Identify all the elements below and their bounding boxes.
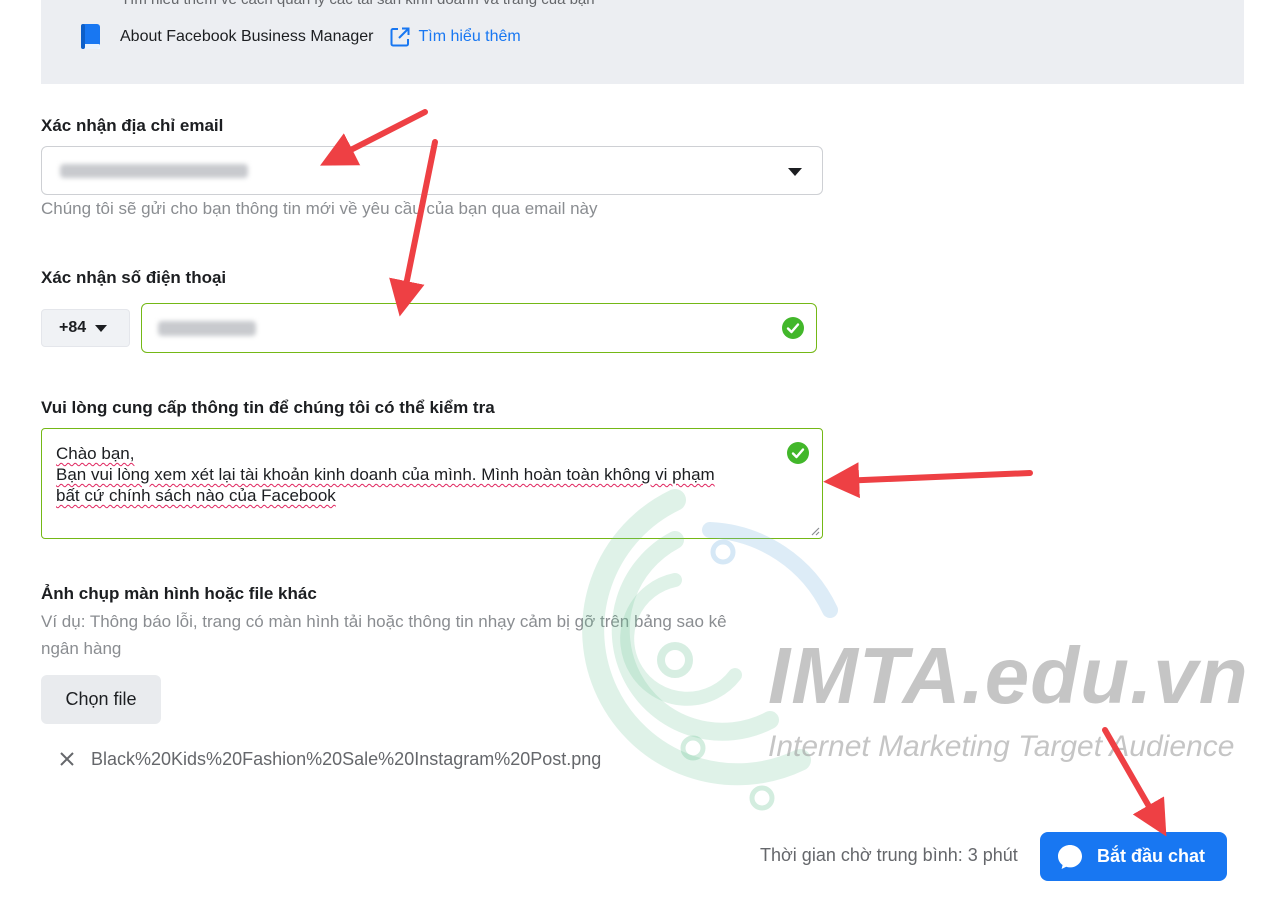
external-link-icon[interactable] [389,26,411,48]
details-label: Vui lòng cung cấp thông tin để chúng tôi… [41,398,495,417]
country-code-value: +84 [59,319,87,336]
attachment-hint-line: ngân hàng [41,639,122,658]
email-label: Xác nhận địa chỉ email [41,116,224,135]
average-wait-time: Thời gian chờ trung bình: 3 phút [760,845,1018,865]
redacted-phone-value [158,321,256,336]
details-line: Chào bạn, [56,444,135,463]
details-textarea[interactable]: Chào bạn, Bạn vui lòng xem xét lại tài k… [41,428,823,539]
panel-cut-text: Tìm hiểu thêm về cách quản lý các tài sả… [121,0,595,8]
info-panel: Tìm hiểu thêm về cách quản lý các tài sả… [41,0,1244,84]
email-hint: Chúng tôi sẽ gửi cho bạn thông tin mới v… [41,199,598,218]
attachment-label: Ảnh chụp màn hình hoặc file khác [41,584,317,603]
choose-file-button[interactable]: Chọn file [41,675,161,724]
check-circle-icon [782,317,804,339]
start-chat-button[interactable]: Bắt đầu chat [1040,832,1227,881]
annotation-arrow [823,462,1033,499]
start-chat-label: Bắt đầu chat [1097,846,1206,866]
chevron-down-icon [788,168,802,176]
attachment-hint: Ví dụ: Thông báo lỗi, trang có màn hình … [41,608,727,662]
learn-more-link[interactable]: Tìm hiểu thêm [418,28,520,46]
book-icon [81,24,100,49]
resize-handle-icon[interactable] [811,527,820,536]
details-line: bất cứ chính sách nào của Facebook [56,486,336,505]
details-line: Bạn vui lòng xem xét lại tài khoản kinh … [56,465,715,484]
phone-label: Xác nhận số điện thoại [41,268,227,287]
chat-bubble-icon [1058,844,1082,869]
attachment-hint-line: Ví dụ: Thông báo lỗi, trang có màn hình … [41,612,727,631]
email-select[interactable] [41,146,823,195]
about-row: About Facebook Business Manager Tìm hiểu… [79,24,521,50]
check-circle-icon [787,442,809,464]
attached-file-name: Black%20Kids%20Fashion%20Sale%20Instagra… [91,749,602,769]
country-code-select[interactable]: +84 [41,309,130,347]
redacted-email-value [60,164,248,178]
phone-input[interactable] [141,303,817,353]
watermark-title: IMTA.edu.vn [768,631,1249,720]
remove-file-icon[interactable] [58,750,76,768]
chevron-down-icon [95,324,108,332]
about-business-manager-label: About Facebook Business Manager [120,28,374,45]
watermark-subtitle: Internet Marketing Target Audience [768,730,1235,763]
